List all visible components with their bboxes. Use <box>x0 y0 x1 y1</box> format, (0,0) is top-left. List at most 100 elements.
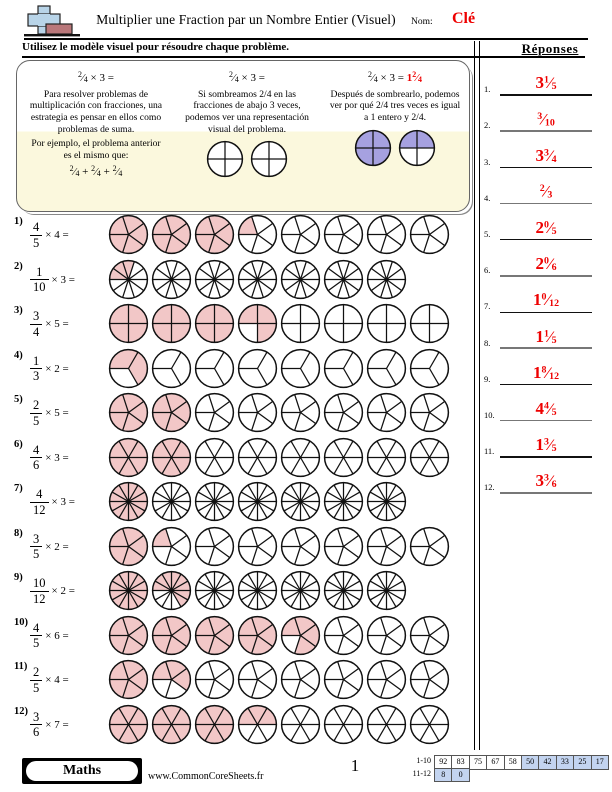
answer-line[interactable] <box>500 94 592 96</box>
answer-line[interactable] <box>500 456 592 458</box>
answer-value: 33⁄4 <box>535 145 557 165</box>
score-row-label: 11-12 <box>412 768 431 778</box>
fraction-circle <box>323 570 364 616</box>
fraction-circle <box>323 615 364 661</box>
problem-multiplier: × 7 = <box>45 718 69 731</box>
fraction-circle <box>194 704 235 750</box>
answer-value: 20⁄6 <box>535 254 557 274</box>
fraction-circle <box>366 437 407 483</box>
problem-multiplier: × 3 = <box>51 273 75 286</box>
panel1-text: Para resolver problemas de multiplicació… <box>29 88 163 135</box>
page-footer: Maths www.CommonCoreSheets.fr 1 1-10 92 83… <box>0 750 612 792</box>
answer-line[interactable] <box>500 419 592 422</box>
answer-value: 33⁄6 <box>535 471 557 491</box>
panel1-text2: Por ejemplo, el problema anterior es el … <box>31 138 161 162</box>
fraction-circle <box>237 303 278 349</box>
fraction-circle <box>151 526 192 572</box>
page-header: Multiplier une Fraction par un Nombre En… <box>0 0 612 42</box>
problem-row: 7) 4 12 × 3 = <box>0 481 474 526</box>
answer-line[interactable] <box>500 275 592 277</box>
fraction-circle <box>323 704 364 750</box>
answer-row: 12. 33⁄6 <box>484 461 608 497</box>
fraction-circle <box>151 481 192 527</box>
answer-value: 13⁄5 <box>535 435 557 455</box>
problem-number: 7) <box>14 483 23 494</box>
fraction-circle <box>108 437 149 483</box>
answer-line[interactable] <box>500 492 592 494</box>
fraction-circle <box>280 615 321 661</box>
problem-number: 9) <box>14 572 23 583</box>
problem-expression: 4 6 × 3 = <box>30 443 69 473</box>
fraction-circle <box>108 348 149 394</box>
answer-number: 8. <box>484 337 491 348</box>
answer-row: 5. 20⁄5 <box>484 208 608 244</box>
answer-line[interactable] <box>500 130 592 132</box>
fraction-circle <box>409 392 450 438</box>
fraction-circle <box>280 526 321 572</box>
fraction-circle <box>108 526 149 572</box>
problem-number: 8) <box>14 527 23 539</box>
answer-line[interactable] <box>500 202 592 205</box>
fraction-circle <box>151 303 192 349</box>
fraction-circle <box>323 303 364 349</box>
problem-circles <box>108 392 450 438</box>
problems-list: 1) 4 5 × 4 = 2) 1 10 × 3 = 3) 3 4 × 5 = 4) 1 3 × 2 = 5) 2… <box>0 214 474 748</box>
fraction-circle <box>323 526 364 572</box>
problem-circles <box>108 659 450 705</box>
answer-number: 4. <box>484 192 491 203</box>
problem-expression: 10 12 × 2 = <box>30 577 75 606</box>
problem-number: 5) <box>14 394 23 405</box>
answer-number: 5. <box>484 228 491 239</box>
answer-number: 1. <box>484 84 491 95</box>
fraction-circle <box>194 526 235 572</box>
fraction-circle <box>323 481 364 527</box>
problem-number: 3) <box>14 305 23 316</box>
problem-row: 3) 3 4 × 5 = <box>0 303 474 348</box>
subject-badge: Maths <box>22 758 142 784</box>
fraction-circle <box>366 348 407 394</box>
answer-line[interactable] <box>500 347 592 349</box>
panel2-equation: 2⁄4 × 3 = <box>229 70 265 85</box>
fraction-circle <box>108 659 149 705</box>
answer-line[interactable] <box>500 239 592 241</box>
problem-fraction: 10 12 <box>30 577 49 606</box>
fraction-circle <box>323 348 364 394</box>
answer-value: 18⁄12 <box>532 362 560 382</box>
name-label: Nom: <box>411 17 433 27</box>
fraction-circle <box>366 704 407 750</box>
answer-line[interactable] <box>500 383 592 386</box>
fraction-circle <box>323 259 364 305</box>
problem-circles <box>108 259 407 305</box>
problem-circles <box>108 526 450 572</box>
problem-circles <box>108 570 407 616</box>
problem-fraction: 45 <box>30 221 43 250</box>
score-cell: 17 <box>590 755 609 770</box>
fraction-circle <box>151 659 192 705</box>
problem-expression: 4 5 × 4 = <box>30 221 69 250</box>
fraction-circle <box>280 659 321 705</box>
answer-line[interactable] <box>500 311 592 313</box>
fraction-circle <box>280 481 321 527</box>
header-divider <box>24 38 588 40</box>
fraction-circle <box>409 303 450 349</box>
problem-fraction: 46 <box>30 443 43 473</box>
score-cell: 25 <box>573 755 592 770</box>
fraction-circle <box>151 570 192 616</box>
fraction-circle <box>108 392 149 438</box>
problem-expression: 4 12 × 3 = <box>30 488 75 517</box>
problem-circles <box>108 615 450 661</box>
answer-number: 3. <box>484 156 491 167</box>
problem-expression: 2 5 × 5 = <box>30 399 69 428</box>
problem-row: 9) 10 12 × 2 = <box>0 570 474 615</box>
answer-line[interactable] <box>500 166 592 169</box>
problem-row: 6) 4 6 × 3 = <box>0 437 474 482</box>
fraction-circle <box>366 259 407 305</box>
panel1-equation: 2⁄4 × 3 = <box>78 70 114 85</box>
answer-row: 6. 20⁄6 <box>484 244 608 280</box>
problem-fraction: 34 <box>30 310 43 339</box>
fraction-circle <box>409 659 450 705</box>
fraction-circle <box>409 704 450 750</box>
website-url: www.CommonCoreSheets.fr <box>148 771 264 782</box>
fraction-circle <box>323 437 364 483</box>
problem-row: 11) 2 5 × 4 = <box>0 659 474 704</box>
